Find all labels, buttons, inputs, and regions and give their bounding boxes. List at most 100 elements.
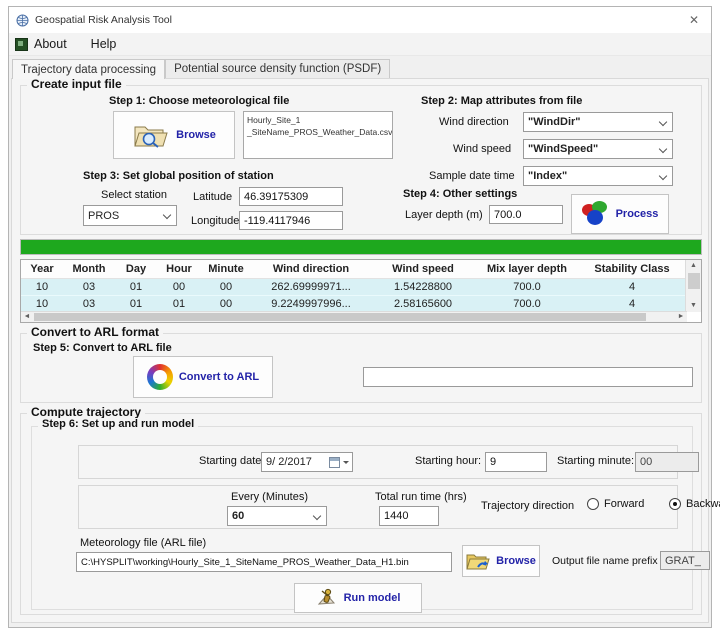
wind-direction-value: "WindDir"	[528, 116, 659, 128]
scroll-left-icon[interactable]: ◄	[21, 312, 33, 322]
step1-title: Step 1: Choose meteorological file	[109, 95, 289, 107]
menu-about[interactable]: About	[32, 35, 77, 53]
vertical-scrollbar[interactable]: ▲ ▼	[685, 260, 701, 312]
met-browse-button[interactable]: Browse	[462, 545, 540, 577]
radio-icon[interactable]	[669, 498, 681, 510]
start-time-panel: Starting date: 9/ 2/2017 Starting hour: …	[78, 445, 678, 479]
table-row[interactable]: 10 03 01 01 00 9.2249997996... 2.5816560…	[21, 295, 701, 312]
run-model-icon	[316, 587, 338, 609]
col-wind-direction[interactable]: Wind direction	[251, 260, 371, 279]
wind-speed-select[interactable]: "WindSpeed"	[523, 139, 673, 159]
title-bar: Geospatial Risk Analysis Tool ✕	[9, 7, 711, 33]
starting-minute-label: Starting minute:	[557, 455, 634, 467]
menu-help[interactable]: Help	[77, 35, 127, 53]
step4-title: Step 4: Other settings	[403, 188, 517, 200]
run-model-label: Run model	[344, 592, 401, 604]
horizontal-scrollbar[interactable]: ◄ ►	[21, 311, 687, 322]
tab-psdf[interactable]: Potential source density function (PSDF)	[165, 59, 390, 78]
col-mix-layer-depth[interactable]: Mix layer depth	[475, 260, 579, 279]
file-name-line2: _SiteName_PROS_Weather_Data.csv	[247, 126, 389, 138]
sample-date-time-label: Sample date time	[429, 170, 515, 182]
every-minutes-select[interactable]: 60	[227, 506, 327, 526]
cell-stability-class: 4	[579, 295, 685, 312]
cell-wind-direction: 262.69999971...	[251, 279, 371, 295]
close-button[interactable]: ✕	[677, 7, 711, 33]
total-run-time-input[interactable]	[379, 506, 439, 526]
scroll-up-icon[interactable]: ▲	[686, 260, 701, 272]
tab-trajectory-data-processing[interactable]: Trajectory data processing	[12, 59, 165, 79]
backward-label: Backward	[686, 498, 720, 510]
chevron-down-icon	[659, 118, 668, 127]
arl-progress-field	[363, 367, 693, 387]
app-icon	[16, 14, 29, 27]
output-prefix-input[interactable]	[660, 551, 710, 570]
cell-year: 10	[21, 279, 63, 295]
run-settings-panel: Every (Minutes) 60 Total run time (hrs) …	[78, 485, 678, 529]
sample-date-time-select[interactable]: "Index"	[523, 166, 673, 186]
station-select[interactable]: PROS	[83, 205, 177, 226]
select-station-label: Select station	[101, 189, 167, 201]
process-button[interactable]: Process	[571, 194, 669, 234]
starting-date-picker[interactable]: 9/ 2/2017	[261, 452, 353, 472]
convert-to-arl-label: Convert to ARL	[179, 371, 259, 383]
cell-wind-speed: 1.54228800	[371, 279, 475, 295]
step1-file-display: Hourly_Site_1 _SiteName_PROS_Weather_Dat…	[243, 111, 393, 159]
scroll-right-icon[interactable]: ►	[675, 312, 687, 322]
cell-month: 03	[63, 279, 115, 295]
col-day[interactable]: Day	[115, 260, 157, 279]
step6-title: Step 6: Set up and run model	[38, 418, 198, 430]
col-stability-class[interactable]: Stability Class	[579, 260, 685, 279]
every-minutes-label: Every (Minutes)	[231, 491, 308, 503]
wind-direction-select[interactable]: "WindDir"	[523, 112, 673, 132]
every-minutes-value: 60	[232, 510, 313, 522]
col-year[interactable]: Year	[21, 260, 63, 279]
starting-minute-input[interactable]	[635, 452, 699, 472]
folder-open-icon	[466, 551, 490, 571]
longitude-label: Longitude	[191, 215, 239, 227]
create-input-title: Create input file	[27, 77, 126, 91]
folder-search-icon	[132, 120, 170, 150]
vscroll-thumb[interactable]	[688, 273, 700, 289]
col-month[interactable]: Month	[63, 260, 115, 279]
radio-icon[interactable]	[587, 498, 599, 510]
chevron-down-icon	[163, 211, 172, 220]
tab-strip: Trajectory data processing Potential sou…	[9, 56, 711, 78]
cell-mix-layer-depth: 700.0	[475, 295, 579, 312]
met-file-input[interactable]	[76, 552, 452, 572]
starting-date-value: 9/ 2/2017	[266, 456, 329, 468]
col-wind-speed[interactable]: Wind speed	[371, 260, 475, 279]
longitude-input[interactable]	[239, 211, 343, 230]
compute-trajectory-title: Compute trajectory	[27, 405, 145, 419]
wind-direction-label: Wind direction	[439, 116, 509, 128]
wind-speed-value: "WindSpeed"	[528, 143, 659, 155]
latitude-label: Latitude	[193, 191, 232, 203]
menu-bar: About Help	[9, 33, 711, 56]
step3-title: Step 3: Set global position of station	[83, 170, 274, 182]
convert-arl-title: Convert to ARL format	[27, 325, 163, 339]
layer-depth-input[interactable]	[489, 205, 563, 224]
convert-arl-group: Convert to ARL format Step 5: Convert to…	[20, 333, 702, 403]
col-minute[interactable]: Minute	[201, 260, 251, 279]
starting-hour-label: Starting hour:	[415, 455, 481, 467]
step5-title: Step 5: Convert to ARL file	[33, 342, 172, 354]
run-model-button[interactable]: Run model	[294, 583, 422, 613]
latitude-input[interactable]	[239, 187, 343, 206]
process-rgb-icon	[582, 201, 610, 227]
cell-wind-direction: 9.2249997996...	[251, 295, 371, 312]
chevron-down-icon	[313, 512, 322, 521]
convert-to-arl-button[interactable]: Convert to ARL	[133, 356, 273, 398]
starting-hour-input[interactable]	[485, 452, 547, 472]
total-run-time-label: Total run time (hrs)	[375, 491, 467, 503]
scroll-down-icon[interactable]: ▼	[686, 300, 701, 312]
hscroll-thumb[interactable]	[34, 313, 646, 321]
about-icon	[15, 38, 28, 51]
step1-browse-button[interactable]: Browse	[113, 111, 235, 159]
forward-label: Forward	[604, 498, 644, 510]
col-hour[interactable]: Hour	[157, 260, 201, 279]
app-window: Geospatial Risk Analysis Tool ✕ About He…	[8, 6, 712, 628]
backward-radio[interactable]: Backward	[669, 498, 720, 510]
forward-radio[interactable]: Forward	[587, 498, 644, 510]
layer-depth-label: Layer depth (m)	[405, 209, 483, 221]
compute-trajectory-group: Compute trajectory Step 6: Set up and ru…	[20, 413, 702, 615]
table-row[interactable]: 10 03 01 00 00 262.69999971... 1.5422880…	[21, 279, 701, 295]
